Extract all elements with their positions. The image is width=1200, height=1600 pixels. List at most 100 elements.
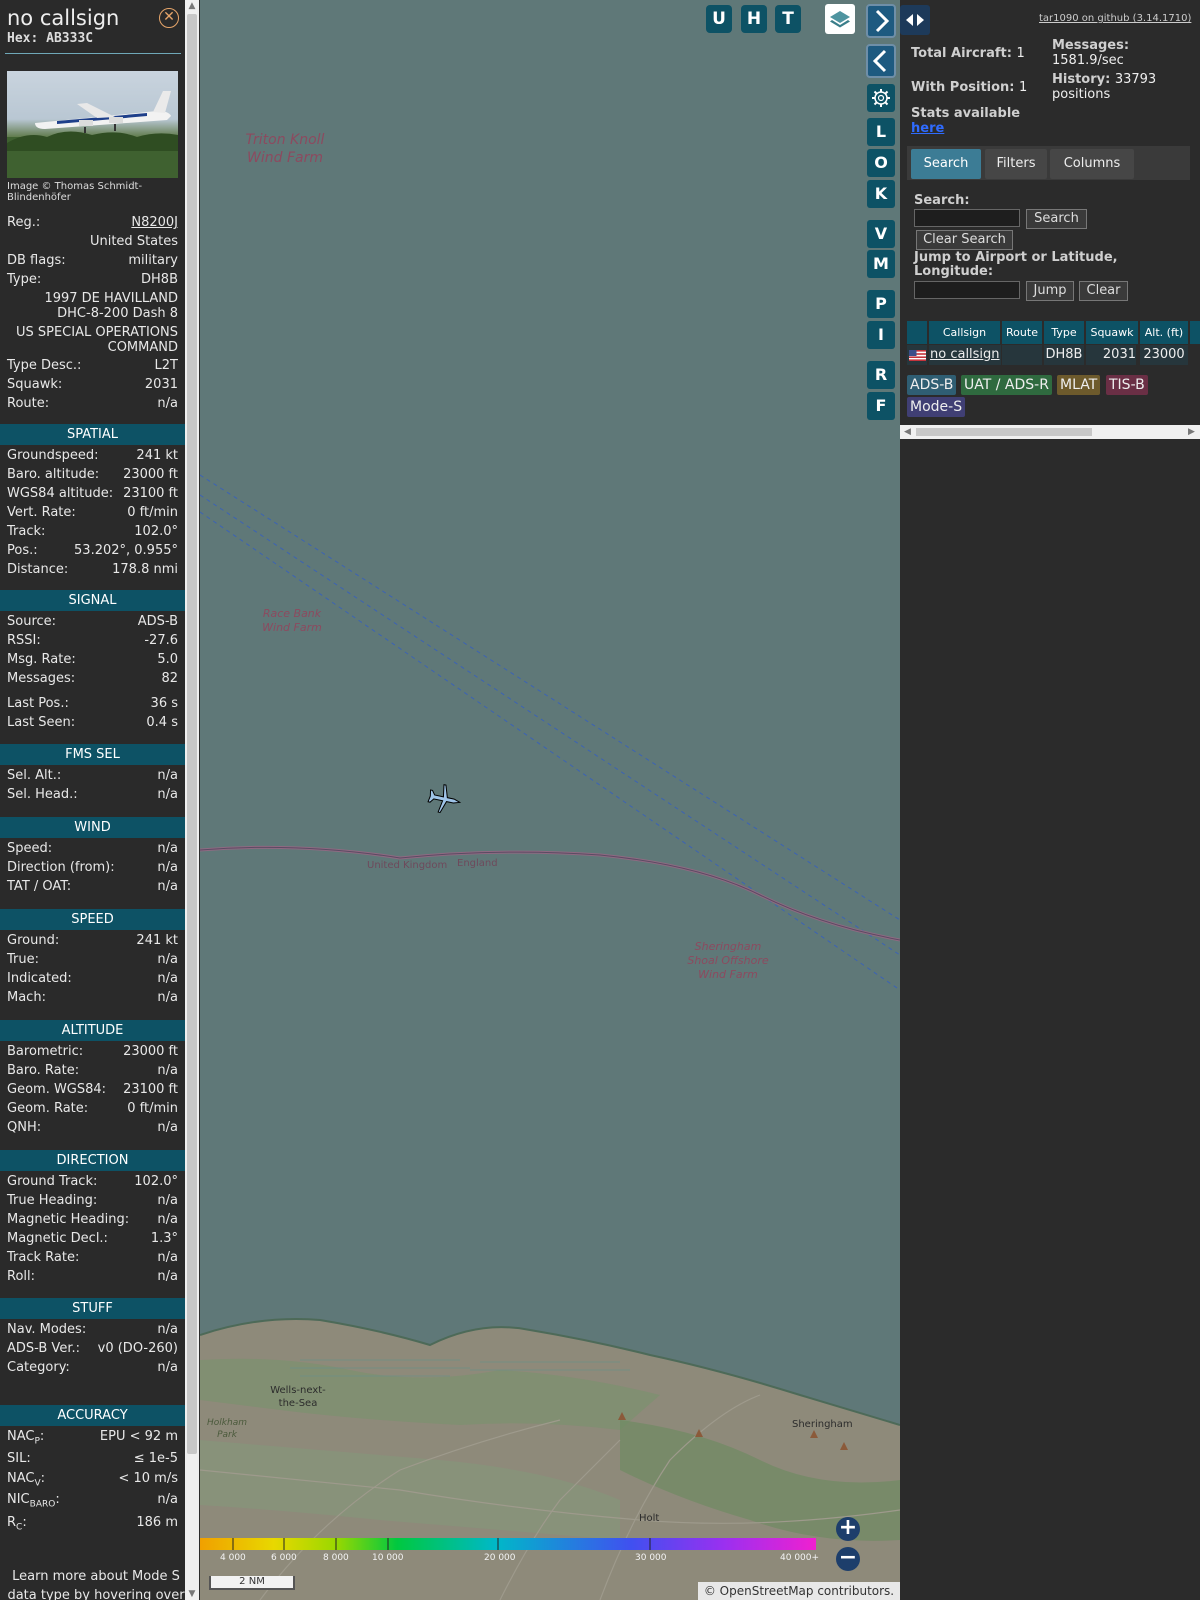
zoom-in-button[interactable]: + — [836, 1517, 860, 1541]
direction-label-text: Track Rate: — [7, 1250, 80, 1265]
button-i[interactable]: I — [867, 321, 895, 349]
search-input[interactable] — [914, 209, 1020, 227]
aircraft-marker-icon[interactable] — [425, 780, 463, 818]
table-hscrollbar[interactable]: ◀ ▶ — [900, 425, 1200, 439]
scroll-up-icon[interactable]: ▲ — [185, 0, 199, 12]
type-value: DH8B — [141, 272, 178, 287]
signal-label: Msg. Rate: — [7, 652, 76, 667]
spatial-label-text: Track: — [7, 524, 46, 539]
type-cell: DH8B — [1044, 345, 1084, 365]
alt-legend-8000: 8 000 — [323, 1553, 349, 1563]
search-button[interactable]: Search — [1026, 209, 1087, 229]
button-t[interactable]: T — [775, 5, 801, 33]
button-o[interactable]: O — [867, 149, 895, 177]
direction-value: n/a — [157, 1212, 178, 1227]
reg-link[interactable]: N8200J — [131, 215, 178, 230]
hscroll-thumb[interactable] — [916, 428, 1092, 436]
layers-icon[interactable] — [825, 4, 855, 34]
scroll-down-icon[interactable]: ▼ — [185, 1588, 199, 1600]
spatial-row: WGS84 altitude: 23100 ft — [7, 486, 178, 504]
callsign-cell[interactable]: no callsign — [929, 345, 1001, 365]
alt-legend-30000: 30 000 — [635, 1553, 667, 1563]
table-header-route[interactable]: Route — [1002, 321, 1042, 344]
arrows-left-right-icon — [906, 14, 924, 26]
sheringham-town-label: Sheringham — [792, 1419, 853, 1430]
spatial-row: Pos.: 53.202°, 0.955° — [7, 543, 178, 561]
accuracy-label-text: NAC — [7, 1471, 35, 1486]
search-label: Search: — [914, 193, 970, 208]
accuracy-label-text: R — [7, 1515, 17, 1530]
button-m[interactable]: M — [867, 250, 895, 278]
direction-row: Magnetic Decl.: 1.3° — [7, 1231, 178, 1249]
github-link[interactable]: tar1090 on github (3.14.1710) — [1039, 13, 1191, 24]
clear-search-button[interactable]: Clear Search — [916, 230, 1013, 250]
speed-row: True: n/a — [7, 952, 178, 970]
table-header-flag[interactable] — [907, 321, 927, 344]
table-header-more[interactable] — [1190, 321, 1200, 344]
map-canvas[interactable]: Triton Knoll Wind Farm Race Bank Wind Fa… — [200, 0, 900, 1600]
close-icon[interactable]: ✕ — [159, 8, 179, 28]
speed-label-text: Mach: — [7, 990, 46, 1005]
button-u[interactable]: U — [706, 5, 732, 33]
jump-button[interactable]: Jump — [1026, 281, 1074, 301]
spatial-label-text: Baro. altitude: — [7, 467, 100, 482]
table-header-squawk[interactable]: Squawk — [1086, 321, 1138, 344]
jump-input[interactable] — [914, 281, 1020, 299]
button-k[interactable]: K — [867, 180, 895, 208]
route-label: Route: — [7, 396, 50, 411]
spatial-value: 102.0° — [134, 524, 178, 539]
section-header-accuracy: ACCURACY — [0, 1405, 185, 1426]
direction-row: Magnetic Heading: n/a — [7, 1212, 178, 1230]
clear-button[interactable]: Clear — [1079, 281, 1128, 301]
aircraft-photo[interactable] — [7, 71, 178, 178]
expand-right-button[interactable] — [866, 4, 896, 38]
alt-legend-10000: 10 000 — [372, 1553, 404, 1563]
spatial-value: 178.8 nmi — [112, 562, 178, 577]
button-f[interactable]: F — [867, 392, 895, 420]
table-header-alt[interactable]: Alt. (ft) — [1140, 321, 1188, 344]
holkham-label: Holkham Park — [202, 1417, 252, 1441]
spatial-value: 241 kt — [136, 448, 178, 463]
zoom-out-button[interactable]: − — [836, 1547, 860, 1571]
speed-value: n/a — [157, 990, 178, 1005]
section-header-wind: WIND — [0, 817, 185, 838]
signal-value: 82 — [161, 671, 178, 686]
signal-value: -27.6 — [144, 633, 178, 648]
altitude-label-text: Barometric: — [7, 1044, 84, 1059]
learn-line-1: Learn more about Mode S — [12, 1569, 180, 1584]
map-attribution[interactable]: © OpenStreetMap contributors. — [698, 1582, 900, 1600]
stats-link[interactable]: here — [911, 121, 944, 136]
tab-columns[interactable]: Columns — [1050, 149, 1134, 179]
info-scrollbar[interactable]: ▲ ▼ — [185, 0, 199, 1600]
altitude-label: Geom. WGS84: — [7, 1082, 106, 1097]
stuff-label: ADS-B Ver.: — [7, 1341, 80, 1356]
table-header-type[interactable]: Type — [1044, 321, 1084, 344]
stuff-row: ADS-B Ver.: v0 (DO-260) — [7, 1341, 178, 1359]
table-header-callsign[interactable]: Callsign — [929, 321, 1000, 344]
button-l[interactable]: L — [867, 118, 895, 146]
panel-toggle-button[interactable] — [900, 5, 930, 35]
history-label: History: — [1052, 72, 1111, 87]
collapse-left-button[interactable] — [866, 44, 896, 78]
gear-icon[interactable] — [867, 84, 895, 112]
button-p[interactable]: P — [867, 290, 895, 318]
route-row: Route: n/a — [7, 396, 178, 414]
tab-filters[interactable]: Filters — [985, 149, 1047, 179]
button-r[interactable]: R — [867, 361, 895, 389]
scroll-right-icon[interactable]: ▶ — [1188, 425, 1195, 439]
stuff-label: Category: — [7, 1360, 70, 1375]
scroll-thumb[interactable] — [187, 14, 197, 1454]
button-v[interactable]: V — [867, 220, 895, 248]
spatial-label: Pos.: — [7, 543, 38, 558]
selected-callsign: no callsign — [7, 6, 120, 30]
button-h[interactable]: H — [741, 5, 767, 33]
scroll-left-icon[interactable]: ◀ — [904, 425, 911, 439]
uk-label: United Kingdom — [367, 860, 448, 871]
wind-label: TAT / OAT: — [7, 879, 71, 894]
signal-label: Source: — [7, 614, 56, 629]
tab-search[interactable]: Search — [911, 149, 981, 179]
db-flags-label: DB flags: — [7, 253, 66, 268]
accuracy-label-sub: BARO — [29, 1499, 56, 1510]
fms-row: Sel. Alt.: n/a — [7, 768, 178, 786]
wells-label: Wells-next- the-Sea — [258, 1384, 338, 1410]
